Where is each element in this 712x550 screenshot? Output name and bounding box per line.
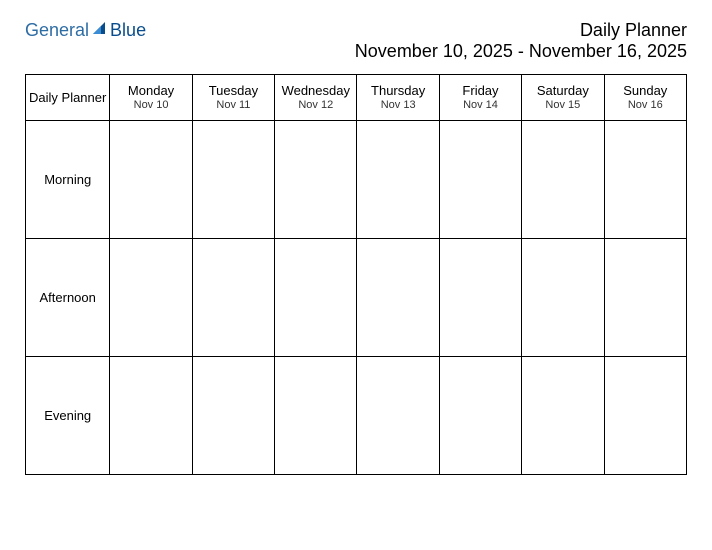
period-label-afternoon: Afternoon xyxy=(26,239,110,357)
day-name: Wednesday xyxy=(277,83,354,99)
cell-morning-saturday xyxy=(522,121,604,239)
cell-evening-tuesday xyxy=(192,357,274,475)
day-name: Thursday xyxy=(359,83,436,99)
day-date: Nov 12 xyxy=(277,98,354,112)
cell-afternoon-monday xyxy=(110,239,192,357)
cell-evening-wednesday xyxy=(275,357,357,475)
cell-afternoon-wednesday xyxy=(275,239,357,357)
cell-afternoon-tuesday xyxy=(192,239,274,357)
cell-evening-friday xyxy=(439,357,521,475)
day-name: Monday xyxy=(112,83,189,99)
logo-text-general: General xyxy=(25,20,89,41)
day-name: Friday xyxy=(442,83,519,99)
day-name: Tuesday xyxy=(195,83,272,99)
morning-row: Morning xyxy=(26,121,687,239)
cell-morning-friday xyxy=(439,121,521,239)
cell-afternoon-sunday xyxy=(604,239,686,357)
cell-morning-thursday xyxy=(357,121,439,239)
cell-afternoon-friday xyxy=(439,239,521,357)
cell-morning-tuesday xyxy=(192,121,274,239)
cell-morning-wednesday xyxy=(275,121,357,239)
header-row: Daily Planner Monday Nov 10 Tuesday Nov … xyxy=(26,75,687,121)
cell-afternoon-thursday xyxy=(357,239,439,357)
cell-evening-sunday xyxy=(604,357,686,475)
day-date: Nov 15 xyxy=(524,98,601,112)
header: General Blue Daily Planner November 10, … xyxy=(25,20,687,62)
period-label-evening: Evening xyxy=(26,357,110,475)
logo-text-blue: Blue xyxy=(110,20,146,41)
planner-table: Daily Planner Monday Nov 10 Tuesday Nov … xyxy=(25,74,687,475)
day-header-saturday: Saturday Nov 15 xyxy=(522,75,604,121)
day-header-friday: Friday Nov 14 xyxy=(439,75,521,121)
period-label-morning: Morning xyxy=(26,121,110,239)
day-header-wednesday: Wednesday Nov 12 xyxy=(275,75,357,121)
header-titles: Daily Planner November 10, 2025 - Novemb… xyxy=(355,20,687,62)
day-header-monday: Monday Nov 10 xyxy=(110,75,192,121)
day-date: Nov 13 xyxy=(359,98,436,112)
cell-evening-thursday xyxy=(357,357,439,475)
cell-evening-monday xyxy=(110,357,192,475)
day-header-sunday: Sunday Nov 16 xyxy=(604,75,686,121)
day-name: Sunday xyxy=(607,83,684,99)
corner-header: Daily Planner xyxy=(26,75,110,121)
day-header-tuesday: Tuesday Nov 11 xyxy=(192,75,274,121)
day-name: Saturday xyxy=(524,83,601,99)
corner-label: Daily Planner xyxy=(28,90,107,106)
day-header-thursday: Thursday Nov 13 xyxy=(357,75,439,121)
date-range: November 10, 2025 - November 16, 2025 xyxy=(355,41,687,62)
logo: General Blue xyxy=(25,20,146,41)
page-title: Daily Planner xyxy=(355,20,687,41)
day-date: Nov 14 xyxy=(442,98,519,112)
day-date: Nov 10 xyxy=(112,98,189,112)
cell-afternoon-saturday xyxy=(522,239,604,357)
afternoon-row: Afternoon xyxy=(26,239,687,357)
cell-evening-saturday xyxy=(522,357,604,475)
cell-morning-monday xyxy=(110,121,192,239)
cell-morning-sunday xyxy=(604,121,686,239)
evening-row: Evening xyxy=(26,357,687,475)
logo-triangle-icon xyxy=(91,20,107,41)
day-date: Nov 16 xyxy=(607,98,684,112)
day-date: Nov 11 xyxy=(195,98,272,112)
